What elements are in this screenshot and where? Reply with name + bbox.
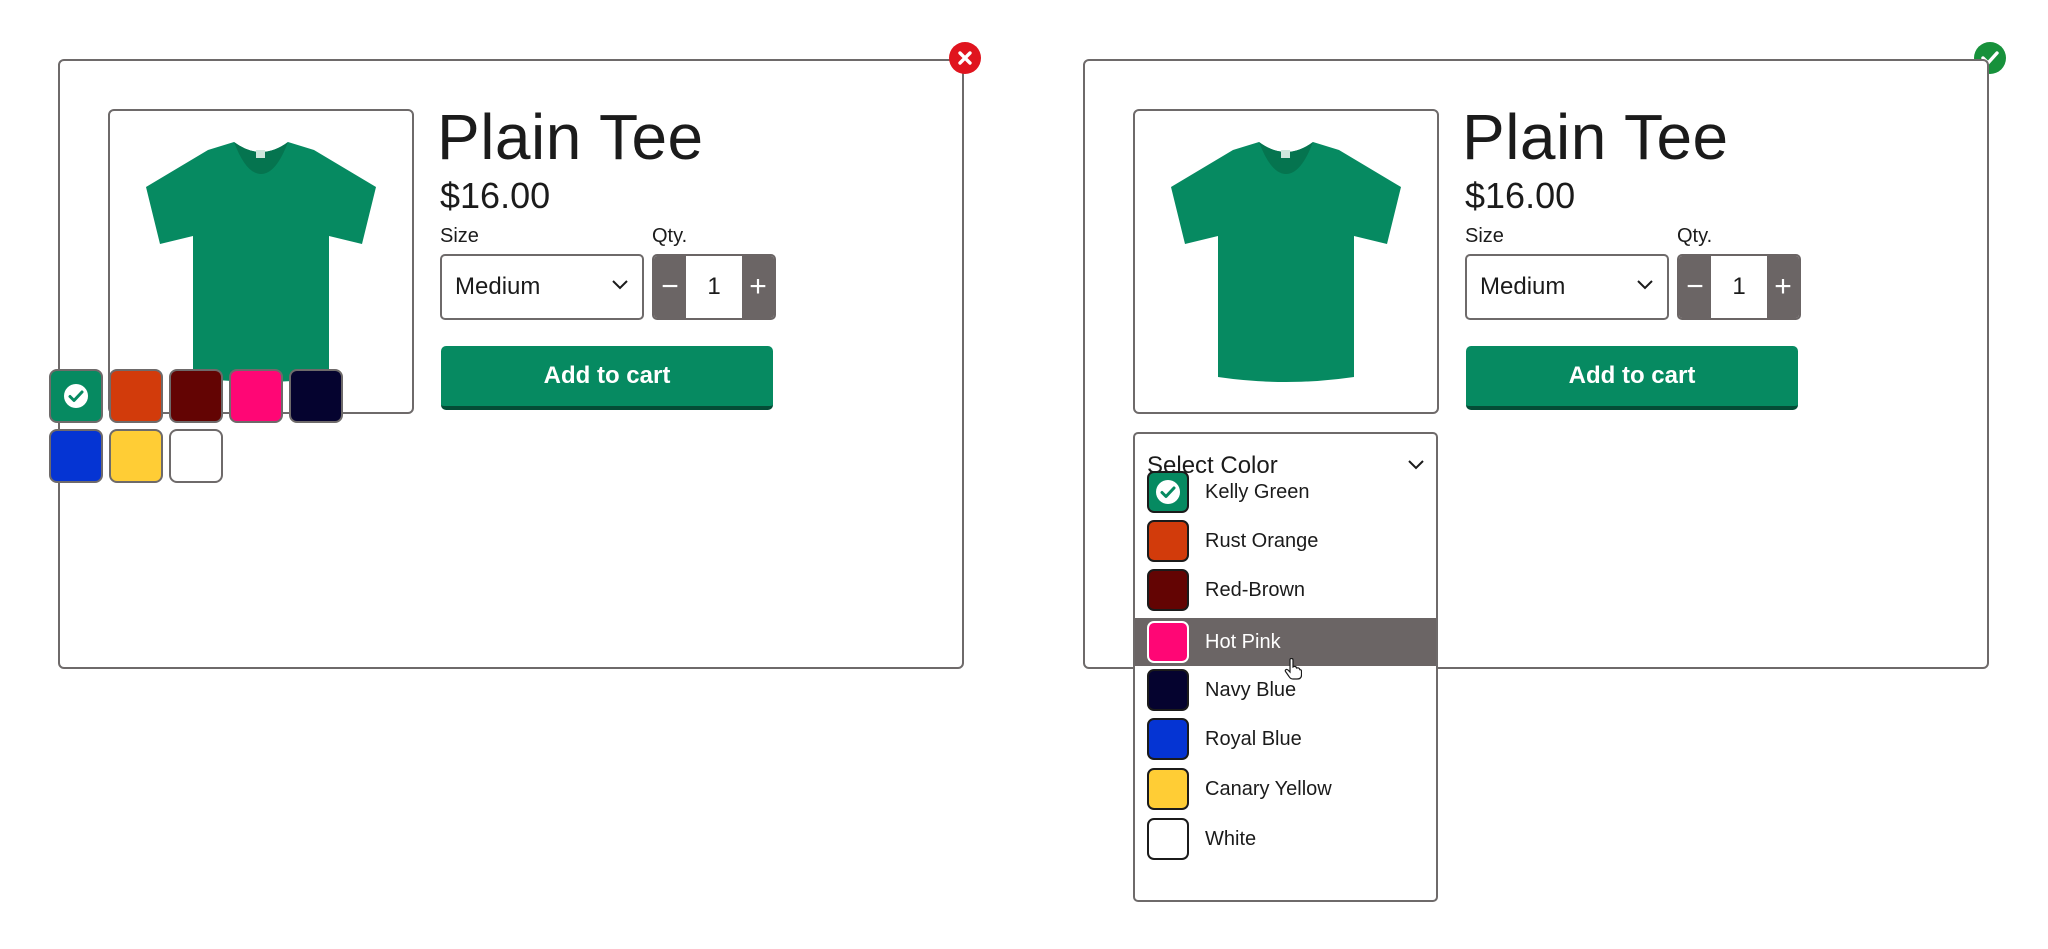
size-select[interactable]: Medium [440, 254, 644, 320]
color-chip [1147, 471, 1189, 513]
product-price: $16.00 [440, 175, 551, 216]
color-option-label: White [1205, 827, 1257, 850]
size-select-value: Medium [455, 273, 541, 300]
color-option[interactable]: White [1135, 815, 1436, 863]
color-option-label: Hot Pink [1205, 630, 1281, 653]
hand-cursor-icon [1284, 658, 1302, 680]
color-option[interactable]: Kelly Green [1135, 468, 1436, 516]
qty-increment-button[interactable]: + [742, 256, 774, 318]
product-title: Plain Tee [437, 101, 704, 173]
color-swatch[interactable] [109, 429, 163, 483]
size-label: Size [440, 225, 479, 247]
color-swatch[interactable] [49, 369, 103, 423]
qty-value[interactable]: 1 [1711, 256, 1767, 318]
color-option-label: Red-Brown [1205, 578, 1306, 601]
color-swatch[interactable] [169, 429, 223, 483]
color-chip [1147, 669, 1189, 711]
color-option-label: Royal Blue [1205, 727, 1302, 750]
color-option-label: Navy Blue [1205, 678, 1297, 701]
color-swatch[interactable] [109, 369, 163, 423]
product-card-swatch-version: Plain Tee $16.00 Size Qty. Medium − 1 + … [58, 59, 964, 669]
color-chip [1147, 520, 1189, 562]
add-to-cart-button[interactable]: Add to cart [441, 346, 773, 410]
color-swatch[interactable] [229, 369, 283, 423]
tshirt-image [146, 141, 376, 382]
chevron-down-icon [612, 280, 628, 290]
product-title: Plain Tee [1462, 101, 1729, 173]
color-chip [1147, 768, 1189, 810]
qty-increment-button[interactable]: + [1767, 256, 1799, 318]
product-image [1133, 109, 1439, 414]
color-swatch[interactable] [49, 429, 103, 483]
color-chip [1147, 818, 1189, 860]
check-circle-icon [1156, 480, 1180, 504]
qty-label: Qty. [1677, 225, 1713, 247]
x-circle-icon [949, 42, 981, 74]
color-option-label: Kelly Green [1205, 480, 1310, 503]
chevron-down-icon [1637, 280, 1653, 290]
quantity-stepper: − 1 + [652, 254, 776, 320]
product-price: $16.00 [1465, 175, 1576, 216]
qty-decrement-button[interactable]: − [1679, 256, 1711, 318]
color-option-label: Rust Orange [1205, 529, 1319, 552]
quantity-stepper: − 1 + [1677, 254, 1801, 320]
color-swatch[interactable] [169, 369, 223, 423]
color-option[interactable]: Red-Brown [1135, 566, 1436, 614]
color-chip [1147, 718, 1189, 760]
color-option[interactable]: Canary Yellow [1135, 765, 1436, 813]
qty-decrement-button[interactable]: − [654, 256, 686, 318]
color-chip [1147, 569, 1189, 611]
check-circle-icon [64, 384, 88, 408]
add-to-cart-button[interactable]: Add to cart [1466, 346, 1798, 410]
qty-label: Qty. [652, 225, 688, 247]
color-chip [1147, 621, 1189, 663]
size-label: Size [1465, 225, 1504, 247]
size-select[interactable]: Medium [1465, 254, 1669, 320]
tshirt-image [1171, 141, 1401, 382]
color-option[interactable]: Royal Blue [1135, 715, 1436, 763]
color-option[interactable]: Rust Orange [1135, 517, 1436, 565]
color-option-label: Canary Yellow [1205, 777, 1332, 800]
qty-value[interactable]: 1 [686, 256, 742, 318]
color-swatch[interactable] [289, 369, 343, 423]
size-select-value: Medium [1480, 273, 1566, 300]
